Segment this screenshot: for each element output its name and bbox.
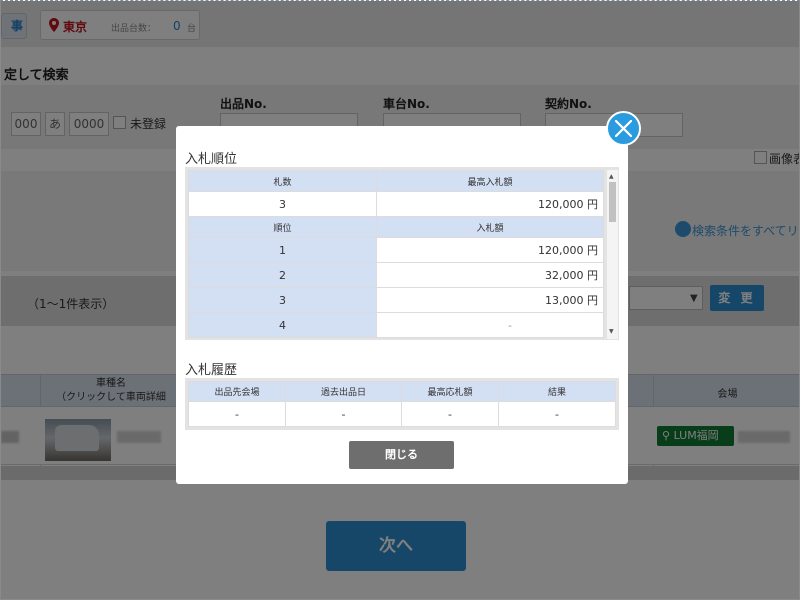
bid-count-header: 札数: [189, 171, 376, 191]
rank-amount: 32,000 円: [377, 263, 603, 287]
ranking-scrollbar[interactable]: ▲ ▼: [607, 170, 618, 339]
bid-summary-table: 札数 最高入札額 3 120,000 円 順位 入札額 1 120,000 円 …: [188, 170, 604, 338]
modal-close-icon[interactable]: [606, 111, 641, 146]
table-row: 1 120,000 円: [189, 238, 603, 262]
scroll-up-arrow-icon[interactable]: ▲: [609, 173, 614, 180]
table-row: 3 13,000 円: [189, 288, 603, 312]
rank-amount: -: [377, 313, 603, 337]
rank-header: 順位: [189, 217, 376, 237]
history-result: -: [499, 402, 615, 426]
rank-amount: 120,000 円: [377, 238, 603, 262]
scroll-down-arrow-icon[interactable]: ▼: [609, 328, 614, 335]
bid-history-table: 出品先会場 過去出品日 最高応札額 結果 - - - -: [188, 381, 616, 427]
page-frame: 事 東京 出品台数： 0 台 定して検索 000 あ 0000 未登録 出品No…: [0, 0, 800, 600]
history-venue: -: [189, 402, 285, 426]
history-section-title: 入札履歴: [185, 363, 238, 378]
history-header-max-bid: 最高応札額: [402, 382, 498, 401]
history-max-bid: -: [402, 402, 498, 426]
history-panel: 出品先会場 過去出品日 最高応札額 結果 - - - -: [185, 378, 619, 430]
rank-number: 3: [189, 288, 376, 312]
history-header-result: 結果: [499, 382, 615, 401]
scrollbar-thumb[interactable]: [609, 182, 616, 222]
close-button[interactable]: 閉じる: [349, 441, 454, 469]
ranking-section-title: 入札順位: [185, 152, 238, 167]
history-date: -: [286, 402, 401, 426]
ranking-panel: 札数 最高入札額 3 120,000 円 順位 入札額 1 120,000 円 …: [185, 167, 619, 340]
max-bid-value: 120,000 円: [377, 192, 603, 216]
bid-count-value: 3: [189, 192, 376, 216]
rank-amount: 13,000 円: [377, 288, 603, 312]
table-row: 4 -: [189, 313, 603, 337]
bid-amount-header: 入札額: [377, 217, 603, 237]
rank-number: 4: [189, 313, 376, 337]
history-header-venue: 出品先会場: [189, 382, 285, 401]
table-row: 2 32,000 円: [189, 263, 603, 287]
rank-number: 2: [189, 263, 376, 287]
bid-info-modal: 入札順位 札数 最高入札額 3 120,000 円 順位 入札額 1 120,0…: [176, 126, 628, 484]
close-icon: [615, 120, 632, 137]
max-bid-header: 最高入札額: [377, 171, 603, 191]
rank-number: 1: [189, 238, 376, 262]
history-header-date: 過去出品日: [286, 382, 401, 401]
table-row: - - - -: [189, 402, 615, 426]
